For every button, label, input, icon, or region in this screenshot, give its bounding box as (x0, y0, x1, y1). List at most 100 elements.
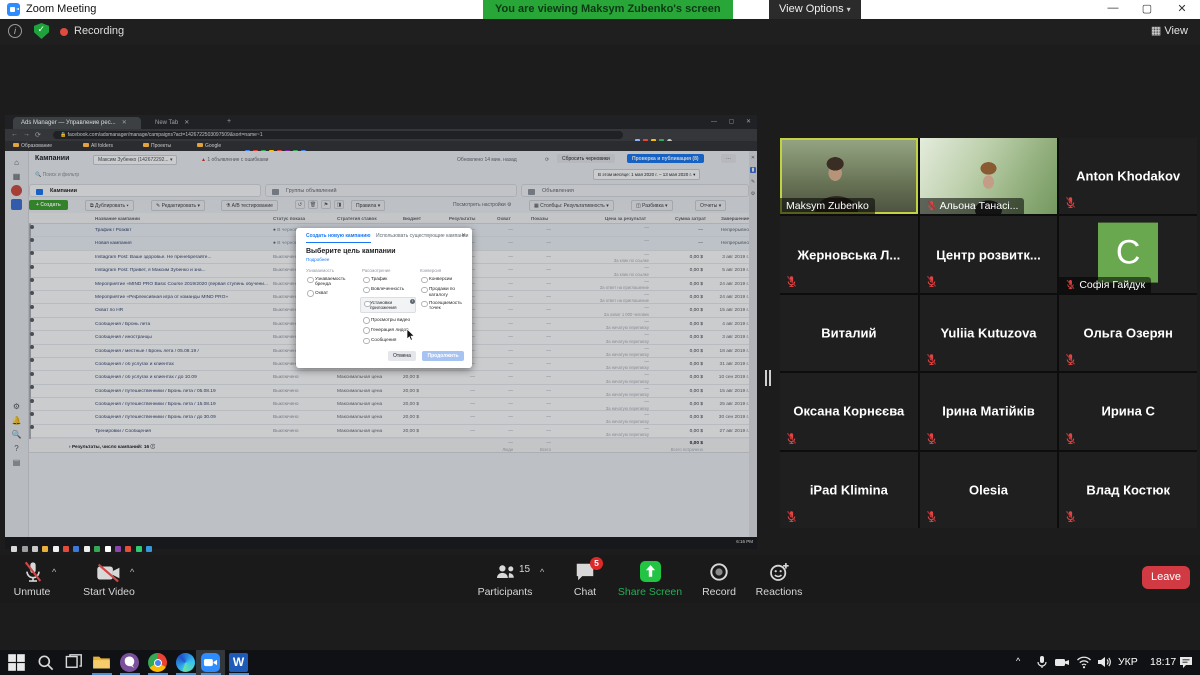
start-video-icon[interactable] (96, 561, 122, 585)
record-icon[interactable] (708, 561, 730, 583)
participant-tile[interactable]: iPad Klimina iPad Klimina (780, 452, 918, 528)
search-icon[interactable] (36, 653, 55, 672)
browser-window-controls[interactable]: — ▢ ✕ (711, 118, 756, 125)
participant-name-label: Софія Гайдук (1059, 277, 1151, 293)
participants-icon[interactable] (494, 561, 518, 583)
tray-expand-chevron[interactable]: ^ (1016, 656, 1020, 666)
screen-share-banner: You are viewing Maksym Zubenko's screen (483, 0, 733, 19)
cancel-button[interactable]: Отмена (388, 351, 416, 361)
tray-mic-icon[interactable] (1034, 654, 1050, 670)
tray-volume-icon[interactable] (1096, 654, 1112, 670)
participant-tile[interactable]: Ирина С Ирина С (1059, 373, 1197, 449)
view-options-button[interactable]: View Options ▾ (769, 0, 861, 19)
participant-tile[interactable]: Ірина Матійків Ірина Матійків (920, 373, 1058, 449)
encryption-shield-icon[interactable] (34, 23, 49, 39)
browser-tab-active[interactable]: Ads Manager — Управление рес...✕ (13, 117, 141, 129)
minimize-button[interactable]: — (1098, 2, 1128, 14)
muted-mic-icon (1064, 432, 1077, 445)
leave-button[interactable]: Leave (1142, 566, 1190, 589)
modal-close-icon[interactable]: ✕ (461, 232, 466, 239)
objective-option[interactable]: Узнаваемость бренда (306, 276, 358, 286)
start-button-icon[interactable] (7, 653, 26, 672)
participant-tile[interactable]: Оксана Корнєєва Оксана Корнєєва (780, 373, 918, 449)
participant-tile[interactable]: Жерновська Л... Жерновська Л... (780, 216, 918, 292)
continue-button[interactable]: Продолжить (422, 351, 464, 361)
participant-tile[interactable]: C Софія Гайдук Софія Гайдук (1059, 216, 1197, 292)
zoom-app-icon (7, 3, 20, 16)
muted-mic-icon (925, 275, 938, 288)
participant-tile[interactable]: Anton Khodakov Anton Khodakov (1059, 138, 1197, 214)
participant-tile[interactable]: Влад Костюк Влад Костюк (1059, 452, 1197, 528)
objective-option[interactable]: Просмотры видео (362, 317, 414, 324)
tray-wifi-icon[interactable] (1076, 654, 1092, 670)
bookmark-folder[interactable]: Google (197, 141, 221, 151)
objective-option[interactable]: Продажи по каталогу (420, 286, 472, 296)
muted-mic-icon (785, 275, 798, 288)
participant-tile[interactable]: Yuliia Kutuzova Yuliia Kutuzova (920, 295, 1058, 371)
reactions-icon[interactable] (768, 561, 790, 583)
participant-name: Ольга Озерян (1059, 325, 1197, 340)
edge-icon[interactable] (176, 653, 195, 672)
learn-more-link[interactable]: Подробнее (306, 257, 329, 262)
participant-tile[interactable]: Виталий Виталий (780, 295, 918, 371)
video-options-chevron[interactable]: ^ (130, 567, 134, 577)
participant-tile[interactable]: Maksym Zubenko Maksym Zubenko (780, 138, 918, 214)
modal-tab-new-campaign[interactable]: Создать новую кампанию (306, 233, 371, 243)
file-explorer-icon[interactable] (92, 653, 111, 672)
share-screen-icon[interactable] (640, 561, 661, 582)
folder-icon (197, 143, 203, 148)
bookmark-folder[interactable]: Проекты (143, 141, 171, 151)
muted-mic-icon (1064, 196, 1077, 209)
objective-option[interactable]: Конверсии (420, 276, 472, 283)
participants-label[interactable]: Participants (460, 586, 550, 598)
task-view-icon[interactable] (64, 653, 83, 672)
panel-resize-handle[interactable] (765, 370, 772, 386)
unmute-mic-icon[interactable] (22, 561, 44, 585)
participant-name: Влад Костюк (1059, 482, 1197, 497)
participant-tile[interactable]: Ольга Озерян Ольга Озерян (1059, 295, 1197, 371)
modal-tab-existing-campaign[interactable]: Использовать существующие кампании (376, 233, 468, 239)
objective-option[interactable]: Установки приложения (360, 297, 416, 313)
participants-chevron[interactable]: ^ (540, 567, 544, 577)
maximize-button[interactable]: ▢ (1132, 2, 1162, 15)
zoom-taskbar-icon[interactable] (201, 653, 220, 672)
browser-tab-inactive[interactable]: New Tab✕ (147, 117, 217, 129)
new-tab-button[interactable]: + (227, 118, 231, 125)
participant-tile[interactable]: Центр розвитк... Центр розвитк... (920, 216, 1058, 292)
mouse-cursor (406, 329, 415, 341)
tab-close-icon[interactable]: ✕ (122, 120, 127, 126)
back-icon[interactable]: ← (11, 131, 18, 138)
participant-tile[interactable]: Olesia Olesia (920, 452, 1058, 528)
window-title: Zoom Meeting (26, 3, 96, 15)
participant-tile[interactable]: Альона Танасі... Альона Танасі... (920, 138, 1058, 214)
participant-name-label: Альона Танасі... (920, 198, 1025, 214)
action-center-icon[interactable] (1178, 654, 1194, 670)
bookmark-folder[interactable]: Образование (13, 141, 52, 151)
word-icon[interactable]: W (229, 653, 248, 672)
objective-option[interactable]: Охват (306, 290, 358, 297)
gallery-view-button[interactable]: ▦ View (1151, 24, 1188, 37)
tray-camera-icon[interactable] (1054, 654, 1070, 670)
url-field[interactable]: 🔒 facebook.com/adsmanager/manage/campaig… (53, 131, 623, 139)
ads-manager-page: ⌂ ▦ ⚙ 🔔 🔍 ? ▤ ✕ ▮ ✎ ⚙ (5, 151, 757, 537)
language-indicator[interactable]: УКР (1118, 656, 1138, 668)
close-button[interactable]: ✕ (1167, 2, 1197, 15)
objective-option[interactable]: Вовлеченность (362, 286, 414, 293)
forward-icon[interactable]: → (23, 131, 30, 138)
start-video-label[interactable]: Start Video (64, 586, 154, 598)
tab-close-icon[interactable]: ✕ (184, 120, 189, 126)
audio-options-chevron[interactable]: ^ (52, 567, 56, 577)
clock[interactable]: 18:17 (1150, 656, 1176, 668)
avatar: C (1098, 222, 1158, 282)
reload-icon[interactable]: ⟳ (35, 131, 41, 139)
objective-option[interactable]: Посещаемость точек (420, 300, 472, 310)
bookmark-folder[interactable]: All folders (83, 141, 113, 151)
info-icon[interactable]: i (410, 299, 415, 304)
muted-mic-icon (926, 200, 937, 211)
reactions-label[interactable]: Reactions (734, 586, 824, 598)
viber-icon[interactable] (120, 653, 139, 672)
objective-column-conversion: Конверсии Продажи по каталогу Посещаемость… (420, 276, 472, 314)
objective-option[interactable]: Трафик (362, 276, 414, 283)
info-icon[interactable]: i (8, 24, 22, 38)
chrome-icon[interactable] (148, 653, 167, 672)
